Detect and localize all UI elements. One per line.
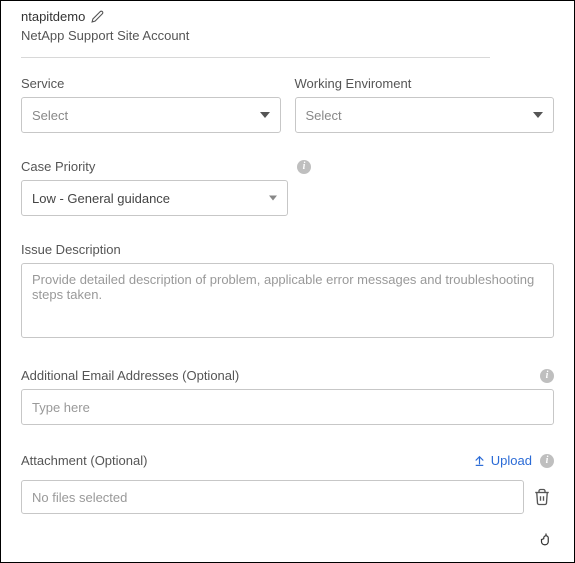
caret-down-icon (533, 112, 543, 118)
environment-label: Working Enviroment (295, 76, 412, 91)
no-files-text: No files selected (32, 490, 127, 505)
environment-placeholder: Select (306, 108, 342, 123)
issue-label: Issue Description (21, 242, 121, 257)
file-box[interactable]: No files selected (21, 480, 524, 514)
attachment-label: Attachment (Optional) (21, 453, 147, 468)
edit-icon[interactable] (91, 10, 104, 23)
info-icon[interactable]: i (297, 160, 311, 174)
emails-input[interactable] (21, 389, 554, 425)
info-icon[interactable]: i (540, 369, 554, 383)
service-select[interactable]: Select (21, 97, 281, 133)
emails-label: Additional Email Addresses (Optional) (21, 368, 239, 383)
caret-down-icon (269, 196, 277, 201)
upload-link[interactable]: Upload (473, 453, 532, 468)
cursor-icon (540, 532, 558, 550)
service-label: Service (21, 76, 64, 91)
delete-button[interactable] (530, 485, 554, 509)
caret-down-icon (260, 112, 270, 118)
info-icon[interactable]: i (540, 454, 554, 468)
upload-label: Upload (491, 453, 532, 468)
environment-select[interactable]: Select (295, 97, 555, 133)
divider (21, 57, 490, 58)
service-placeholder: Select (32, 108, 68, 123)
issue-textarea[interactable] (21, 263, 554, 338)
account-name: ntapitdemo (21, 9, 85, 24)
priority-value: Low - General guidance (32, 191, 170, 206)
upload-icon (473, 454, 486, 467)
account-subtitle: NetApp Support Site Account (21, 28, 554, 43)
priority-select[interactable]: Low - General guidance (21, 180, 288, 216)
trash-icon (533, 488, 551, 506)
priority-label: Case Priority (21, 159, 95, 174)
